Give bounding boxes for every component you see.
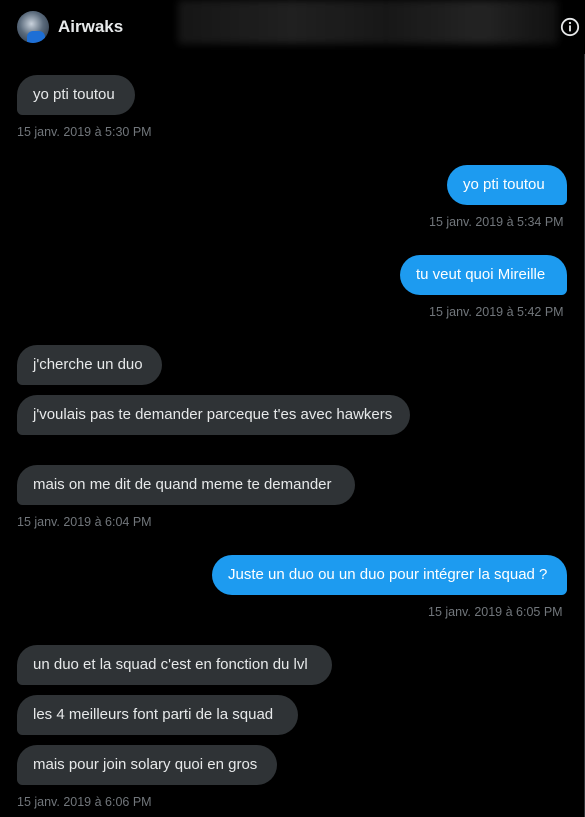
message-bubble-incoming[interactable]: les 4 meilleurs font parti de la squad	[17, 695, 298, 735]
message-bubble-incoming[interactable]: j'voulais pas te demander parceque t'es …	[17, 395, 410, 435]
message-bubble-outgoing[interactable]: yo pti toutou	[447, 165, 567, 205]
dm-conversation-window: Airwaks yo pti toutou 15 janv. 2019 à 5:…	[0, 0, 585, 817]
message-bubble-incoming[interactable]: un duo et la squad c'est en fonction du …	[17, 645, 332, 685]
message-bubble-incoming[interactable]: mais on me dit de quand meme te demander	[17, 465, 355, 505]
message-bubble-outgoing[interactable]: Juste un duo ou un duo pour intégrer la …	[212, 555, 567, 595]
message-timestamp: 15 janv. 2019 à 6:04 PM	[17, 515, 152, 529]
message-timestamp: 15 janv. 2019 à 5:42 PM	[429, 305, 564, 319]
message-timestamp: 15 janv. 2019 à 6:05 PM	[428, 605, 563, 619]
message-timestamp: 15 janv. 2019 à 6:06 PM	[17, 795, 152, 809]
message-timestamp: 15 janv. 2019 à 5:34 PM	[429, 215, 564, 229]
message-bubble-incoming[interactable]: j'cherche un duo	[17, 345, 162, 385]
message-bubble-outgoing[interactable]: tu veut quoi Mireille	[400, 255, 567, 295]
message-bubble-incoming[interactable]: mais pour join solary quoi en gros	[17, 745, 277, 785]
message-bubble-incoming[interactable]: yo pti toutou	[17, 75, 135, 115]
message-timestamp: 15 janv. 2019 à 5:30 PM	[17, 125, 152, 139]
message-list[interactable]: yo pti toutou 15 janv. 2019 à 5:30 PM yo…	[0, 0, 585, 817]
